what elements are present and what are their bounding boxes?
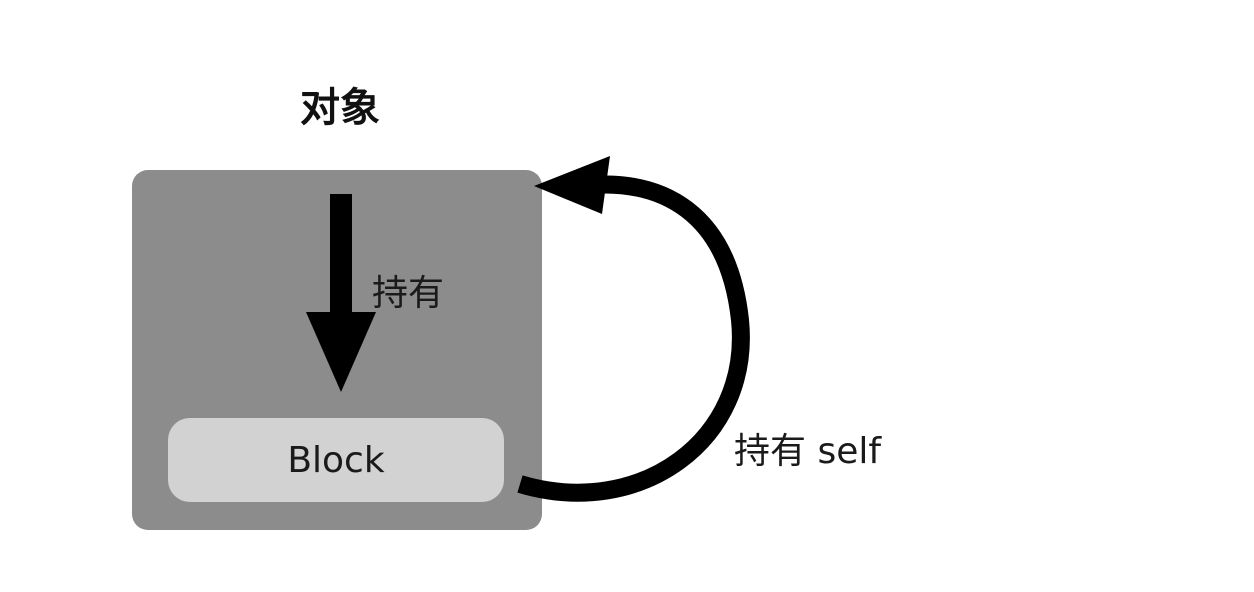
- hold-self-label: 持有 self: [734, 431, 882, 472]
- hold-label: 持有: [372, 273, 445, 314]
- retain-cycle-diagram: 对象 Block 持有 持有 self: [0, 0, 1254, 592]
- block-box: Block: [168, 418, 504, 502]
- hold-self-arrow: [517, 156, 750, 502]
- block-label: Block: [287, 439, 385, 481]
- object-title: 对象: [300, 85, 380, 131]
